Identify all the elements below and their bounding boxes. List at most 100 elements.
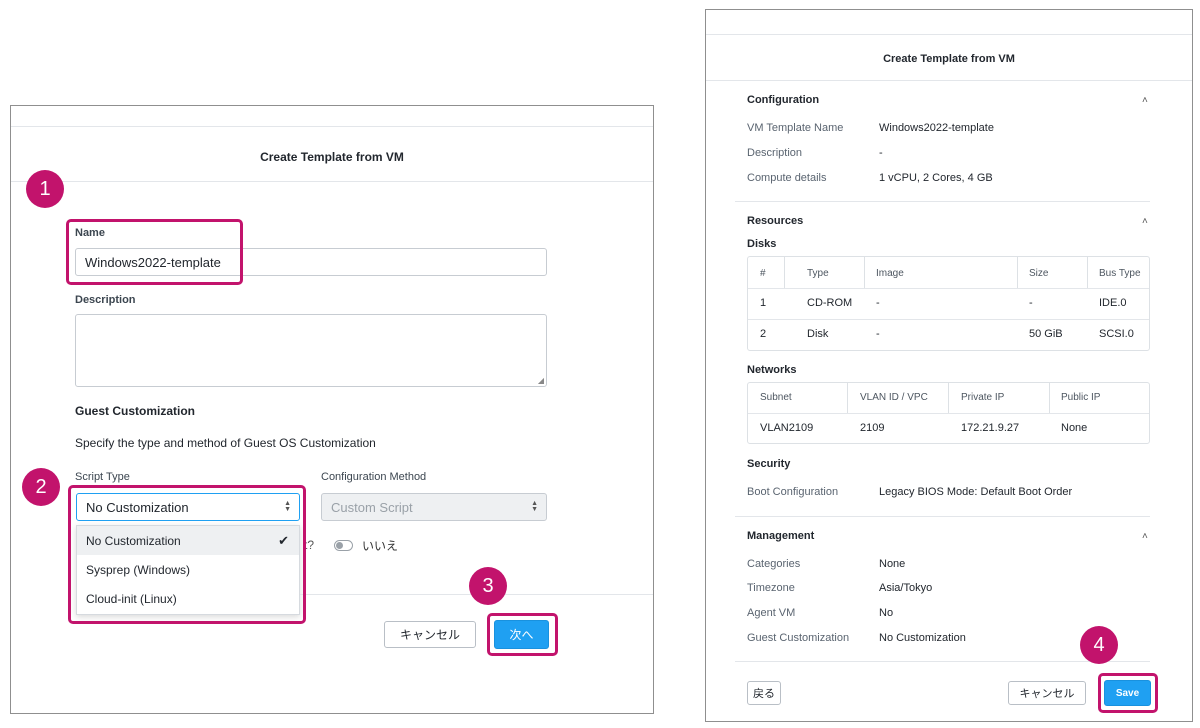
- col-sep: [948, 383, 949, 413]
- config-method-value: Custom Script: [331, 499, 413, 515]
- partial-question-text: t?: [304, 538, 315, 552]
- table-header: #: [760, 268, 766, 279]
- resize-handle-icon[interactable]: ◢: [538, 376, 544, 385]
- table-header: Size: [1029, 268, 1049, 279]
- toggle-label: いいえ: [362, 539, 399, 553]
- table-header: Private IP: [961, 392, 1005, 403]
- table-cell: 1: [760, 297, 767, 309]
- script-type-value: No Customization: [86, 499, 189, 515]
- title-divider: [11, 181, 653, 182]
- table-cell: 50 GiB: [1029, 328, 1063, 340]
- table-cell: Disk: [807, 328, 829, 340]
- table-header: Image: [876, 268, 904, 279]
- title-divider: [706, 80, 1192, 81]
- table-header: VLAN ID / VPC: [860, 392, 928, 403]
- header-divider: [706, 34, 1192, 35]
- row-value: Windows2022-template: [879, 122, 994, 134]
- row-key: Timezone: [747, 582, 795, 594]
- table-divider: [748, 413, 1149, 414]
- row-value: -: [879, 147, 883, 159]
- section-divider: [735, 516, 1150, 517]
- name-label: Name: [75, 227, 105, 239]
- collapse-configuration-icon[interactable]: ˄: [1142, 95, 1148, 106]
- toggle-switch[interactable]: [334, 540, 353, 551]
- cancel-button[interactable]: キャンセル: [1008, 681, 1086, 705]
- name-input[interactable]: Windows2022-template: [75, 248, 547, 276]
- config-method-select[interactable]: Custom Script ▲ ▼: [321, 493, 547, 521]
- dialog-title: Create Template from VM: [260, 150, 404, 164]
- row-key: Boot Configuration: [747, 486, 839, 498]
- row-key: Guest Customization: [747, 632, 850, 644]
- back-button[interactable]: 戻る: [747, 681, 781, 705]
- collapse-resources-icon[interactable]: ˄: [1142, 216, 1148, 227]
- guest-customization-heading: Guest Customization: [75, 404, 196, 418]
- section-divider: [735, 201, 1150, 202]
- row-key: Categories: [747, 558, 801, 570]
- table-cell: 172.21.9.27: [961, 422, 1020, 434]
- row-value: Legacy BIOS Mode: Default Boot Order: [879, 486, 1073, 498]
- table-divider: [748, 288, 1149, 289]
- row-value: No: [879, 607, 894, 619]
- save-button[interactable]: Save: [1104, 680, 1151, 706]
- dropdown-option-cloud-init[interactable]: Cloud-init (Linux): [77, 584, 299, 613]
- guest-customization-text: Specify the type and method of Guest OS …: [75, 436, 376, 450]
- table-header: Type: [807, 268, 829, 279]
- select-arrows-icon: ▲ ▼: [531, 500, 538, 513]
- table-divider: [748, 319, 1149, 320]
- dropdown-option-no-customization[interactable]: No Customization ✔: [77, 526, 299, 555]
- collapse-management-icon[interactable]: ˄: [1142, 531, 1148, 542]
- name-input-value: Windows2022-template: [85, 254, 221, 270]
- table-cell: VLAN2109: [760, 422, 814, 434]
- script-type-label: Script Type: [75, 471, 130, 483]
- row-value: 1 vCPU, 2 Cores, 4 GB: [879, 172, 993, 184]
- table-header: Bus Type: [1099, 268, 1141, 279]
- select-arrows-icon: ▲ ▼: [284, 500, 291, 513]
- col-sep: [784, 257, 785, 288]
- table-cell: None: [1061, 422, 1088, 434]
- header-divider: [11, 126, 653, 127]
- col-sep: [847, 383, 848, 413]
- table-header: Public IP: [1061, 392, 1101, 403]
- management-heading: Management: [747, 530, 815, 542]
- disks-label: Disks: [747, 238, 777, 250]
- option-label: Cloud-init (Linux): [86, 591, 177, 606]
- toggle-knob: [336, 542, 343, 549]
- col-sep: [1049, 383, 1050, 413]
- row-value: No Customization: [879, 632, 966, 644]
- row-key: Compute details: [747, 172, 827, 184]
- row-key: Agent VM: [747, 607, 796, 619]
- config-method-label: Configuration Method: [321, 471, 427, 483]
- row-value: Asia/Tokyo: [879, 582, 933, 594]
- table-cell: CD-ROM: [807, 297, 853, 309]
- resources-heading: Resources: [747, 215, 804, 227]
- table-cell: -: [876, 297, 880, 309]
- col-sep: [864, 257, 865, 288]
- col-sep: [1087, 257, 1088, 288]
- next-button[interactable]: 次へ: [494, 620, 549, 649]
- security-heading: Security: [747, 458, 791, 470]
- script-type-select[interactable]: No Customization ▲ ▼: [76, 493, 300, 521]
- checkmark-icon: ✔: [278, 532, 289, 548]
- table-cell: 2109: [860, 422, 885, 434]
- table-cell: IDE.0: [1099, 297, 1127, 309]
- configuration-heading: Configuration: [747, 94, 820, 106]
- col-sep: [1017, 257, 1018, 288]
- table-cell: 2: [760, 328, 767, 340]
- option-label: Sysprep (Windows): [86, 562, 191, 577]
- cancel-button[interactable]: キャンセル: [384, 621, 476, 648]
- description-label: Description: [75, 294, 136, 306]
- table-cell: SCSI.0: [1099, 328, 1134, 340]
- step-badge-4: 4: [1080, 626, 1118, 664]
- row-key: VM Template Name: [747, 122, 844, 134]
- table-cell: -: [876, 328, 880, 340]
- step-badge-3: 3: [469, 567, 507, 605]
- description-textarea[interactable]: ◢: [75, 314, 547, 387]
- dropdown-option-sysprep[interactable]: Sysprep (Windows): [77, 555, 299, 584]
- row-key: Description: [747, 147, 803, 159]
- networks-label: Networks: [747, 364, 797, 376]
- table-header: Subnet: [760, 392, 792, 403]
- step-badge-2: 2: [22, 468, 60, 506]
- section-divider: [735, 661, 1150, 662]
- row-value: None: [879, 558, 906, 570]
- step-badge-1: 1: [26, 170, 64, 208]
